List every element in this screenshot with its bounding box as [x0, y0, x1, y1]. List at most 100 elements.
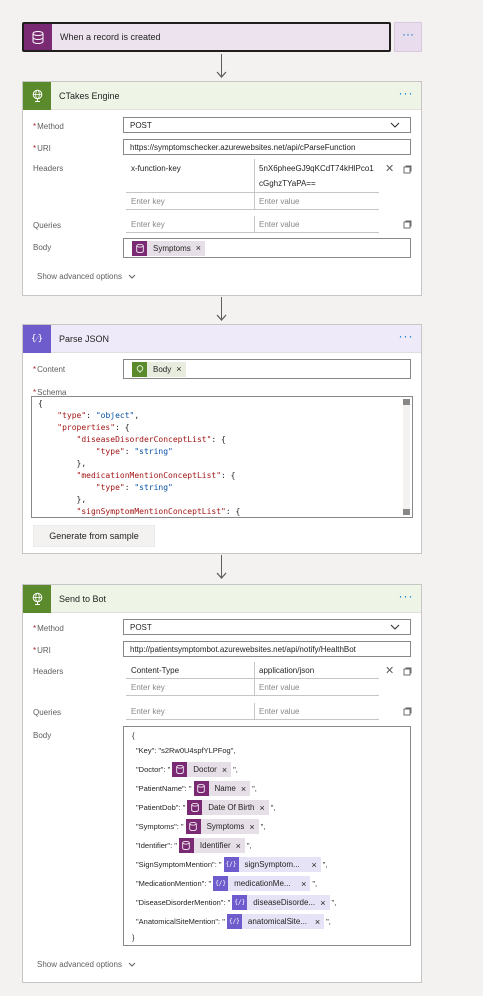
body-input[interactable]: Symptoms ×: [123, 238, 411, 258]
dynamic-content-token[interactable]: {/} diseaseDisorde... ×: [232, 895, 330, 910]
header-value-input[interactable]: application/json: [254, 662, 379, 679]
send-to-bot-more-button[interactable]: ···: [395, 590, 417, 607]
query-value-input[interactable]: Enter value: [254, 703, 379, 720]
method-value: POST: [130, 622, 152, 632]
database-icon: [172, 762, 188, 777]
body-field-key: "DiseaseDisorderMention": ": [136, 898, 231, 907]
body-field-key: "PatientDob": ": [136, 803, 186, 812]
uri-input[interactable]: http://patientsymptombot.azurewebsites.n…: [123, 641, 411, 657]
uri-label: *URI: [33, 646, 51, 655]
body-field-line: "PatientName": " Name × ",: [136, 781, 257, 796]
show-advanced-options[interactable]: Show advanced options: [37, 272, 136, 281]
trigger-card[interactable]: When a record is created: [22, 22, 391, 52]
header-value-empty[interactable]: Enter value: [254, 679, 379, 696]
switch-mode-icon[interactable]: [403, 667, 412, 676]
body-field-key: "SignSymptomMention": ": [136, 860, 222, 869]
ctakes-more-button[interactable]: ···: [395, 87, 417, 104]
json-braces-icon: {/}: [213, 876, 229, 891]
trigger-more-button[interactable]: ···: [394, 22, 422, 52]
dynamic-content-token[interactable]: Body ×: [132, 361, 186, 377]
header-key-empty[interactable]: Enter key: [126, 193, 254, 210]
body-label: Body: [33, 731, 52, 740]
parse-json-header[interactable]: {⁄} Parse JSON ···: [23, 324, 421, 353]
query-value-input[interactable]: Enter value: [254, 216, 379, 233]
dynamic-content-token[interactable]: Doctor ×: [172, 762, 232, 777]
method-select[interactable]: POST: [123, 117, 411, 133]
dynamic-content-token[interactable]: Name ×: [193, 781, 251, 796]
remove-token-icon[interactable]: ×: [260, 803, 265, 813]
ctakes-header[interactable]: CTakes Engine ···: [23, 81, 421, 110]
remove-token-icon[interactable]: ×: [301, 879, 306, 889]
body-field-suffix: ",: [326, 917, 331, 926]
dynamic-content-token[interactable]: {/} anatomicalSite... ×: [226, 914, 325, 929]
switch-mode-icon[interactable]: [403, 165, 412, 174]
schema-line: "type": "object",: [57, 411, 140, 420]
uri-label: *URI: [33, 144, 51, 153]
body-label: Body: [33, 243, 52, 252]
header-value-line: cGghzTYaPA==: [259, 178, 316, 188]
scrollbar[interactable]: [403, 399, 410, 515]
switch-mode-icon[interactable]: [403, 707, 412, 716]
json-braces-icon: {/}: [223, 857, 239, 872]
switch-mode-icon[interactable]: [403, 220, 412, 229]
content-input[interactable]: Body ×: [123, 359, 411, 379]
remove-token-icon[interactable]: ×: [312, 860, 317, 870]
body-field-key: "MedicationMention": ": [136, 879, 212, 888]
header-value-input[interactable]: 5nX6pheeGJ9qKCdT74kHlPco1 cGghzTYaPA==: [254, 159, 379, 193]
header-key-input[interactable]: x-function-key: [126, 159, 254, 193]
body-field-key: "PatientName": ": [136, 784, 192, 793]
token-label: signSymptom...: [244, 860, 300, 869]
close-icon[interactable]: ✕: [385, 162, 394, 175]
schema-line: },: [38, 495, 87, 504]
dynamic-content-token[interactable]: Identifier ×: [178, 838, 245, 853]
database-icon: [178, 838, 194, 853]
dynamic-content-token[interactable]: {/} medicationMe... ×: [213, 876, 311, 891]
query-key-input[interactable]: Enter key: [126, 216, 254, 233]
remove-token-icon[interactable]: ×: [249, 822, 254, 832]
database-icon: [24, 24, 52, 50]
token-label: medicationMe...: [234, 879, 291, 888]
connector-arrow-icon: [216, 71, 227, 78]
body-field-line: "MedicationMention": " {/} medicationMe...…: [136, 876, 317, 891]
body-field-line: "PatientDob": " Date Of Birth × ",: [136, 800, 276, 815]
database-icon: [193, 781, 209, 796]
parse-json-card: {⁄} Parse JSON ··· *Content Body × *Sche…: [22, 324, 422, 554]
method-label: *Method: [33, 122, 64, 131]
database-icon: [185, 819, 201, 834]
schema-editor[interactable]: { "type": "object", "properties": { "dis…: [31, 396, 413, 518]
remove-token-icon[interactable]: ×: [236, 841, 241, 851]
remove-token-icon[interactable]: ×: [222, 765, 227, 775]
token-label: Date Of Birth: [208, 803, 255, 812]
remove-token-icon[interactable]: ×: [320, 898, 325, 908]
uri-input[interactable]: https://symptomschecker.azurewebsites.ne…: [123, 139, 411, 155]
body-field-line: "SignSymptomMention": " {/} signSymptom...…: [136, 857, 328, 872]
ctakes-title: CTakes Engine: [59, 90, 120, 101]
show-advanced-options[interactable]: Show advanced options: [37, 960, 136, 969]
dynamic-content-token[interactable]: Symptoms ×: [132, 240, 206, 256]
header-key-input[interactable]: Content-Type: [126, 662, 254, 679]
json-braces-icon: {/}: [226, 914, 242, 929]
method-label: *Method: [33, 624, 64, 633]
remove-token-icon[interactable]: ×: [315, 917, 320, 927]
close-icon[interactable]: ✕: [385, 664, 394, 677]
generate-from-sample-button[interactable]: Generate from sample: [33, 525, 155, 547]
token-label: Doctor: [193, 765, 217, 774]
body-field-suffix: ",: [270, 803, 276, 812]
method-select[interactable]: POST: [123, 619, 411, 635]
remove-token-icon[interactable]: ×: [176, 364, 181, 374]
dynamic-content-token[interactable]: Symptoms ×: [185, 819, 259, 834]
chevron-down-icon: [390, 122, 400, 128]
header-key-empty[interactable]: Enter key: [126, 679, 254, 696]
body-field-key: "AnatomicalSiteMention": ": [136, 917, 225, 926]
remove-token-icon[interactable]: ×: [196, 243, 201, 253]
header-value-line: 5nX6pheeGJ9qKCdT74kHlPco1: [259, 163, 374, 173]
body-editor[interactable]: { "Key": "s2Rw0U4spfYLPFog", "Doctor": "…: [123, 726, 411, 946]
dynamic-content-token[interactable]: {/} signSymptom... ×: [223, 857, 321, 872]
header-value-empty[interactable]: Enter value: [254, 193, 379, 210]
parse-json-more-button[interactable]: ···: [395, 330, 417, 347]
send-to-bot-header[interactable]: Send to Bot ···: [23, 584, 421, 613]
remove-token-icon[interactable]: ×: [241, 784, 246, 794]
advanced-label: Show advanced options: [37, 960, 122, 969]
dynamic-content-token[interactable]: Date Of Birth ×: [187, 800, 269, 815]
query-key-input[interactable]: Enter key: [126, 703, 254, 720]
